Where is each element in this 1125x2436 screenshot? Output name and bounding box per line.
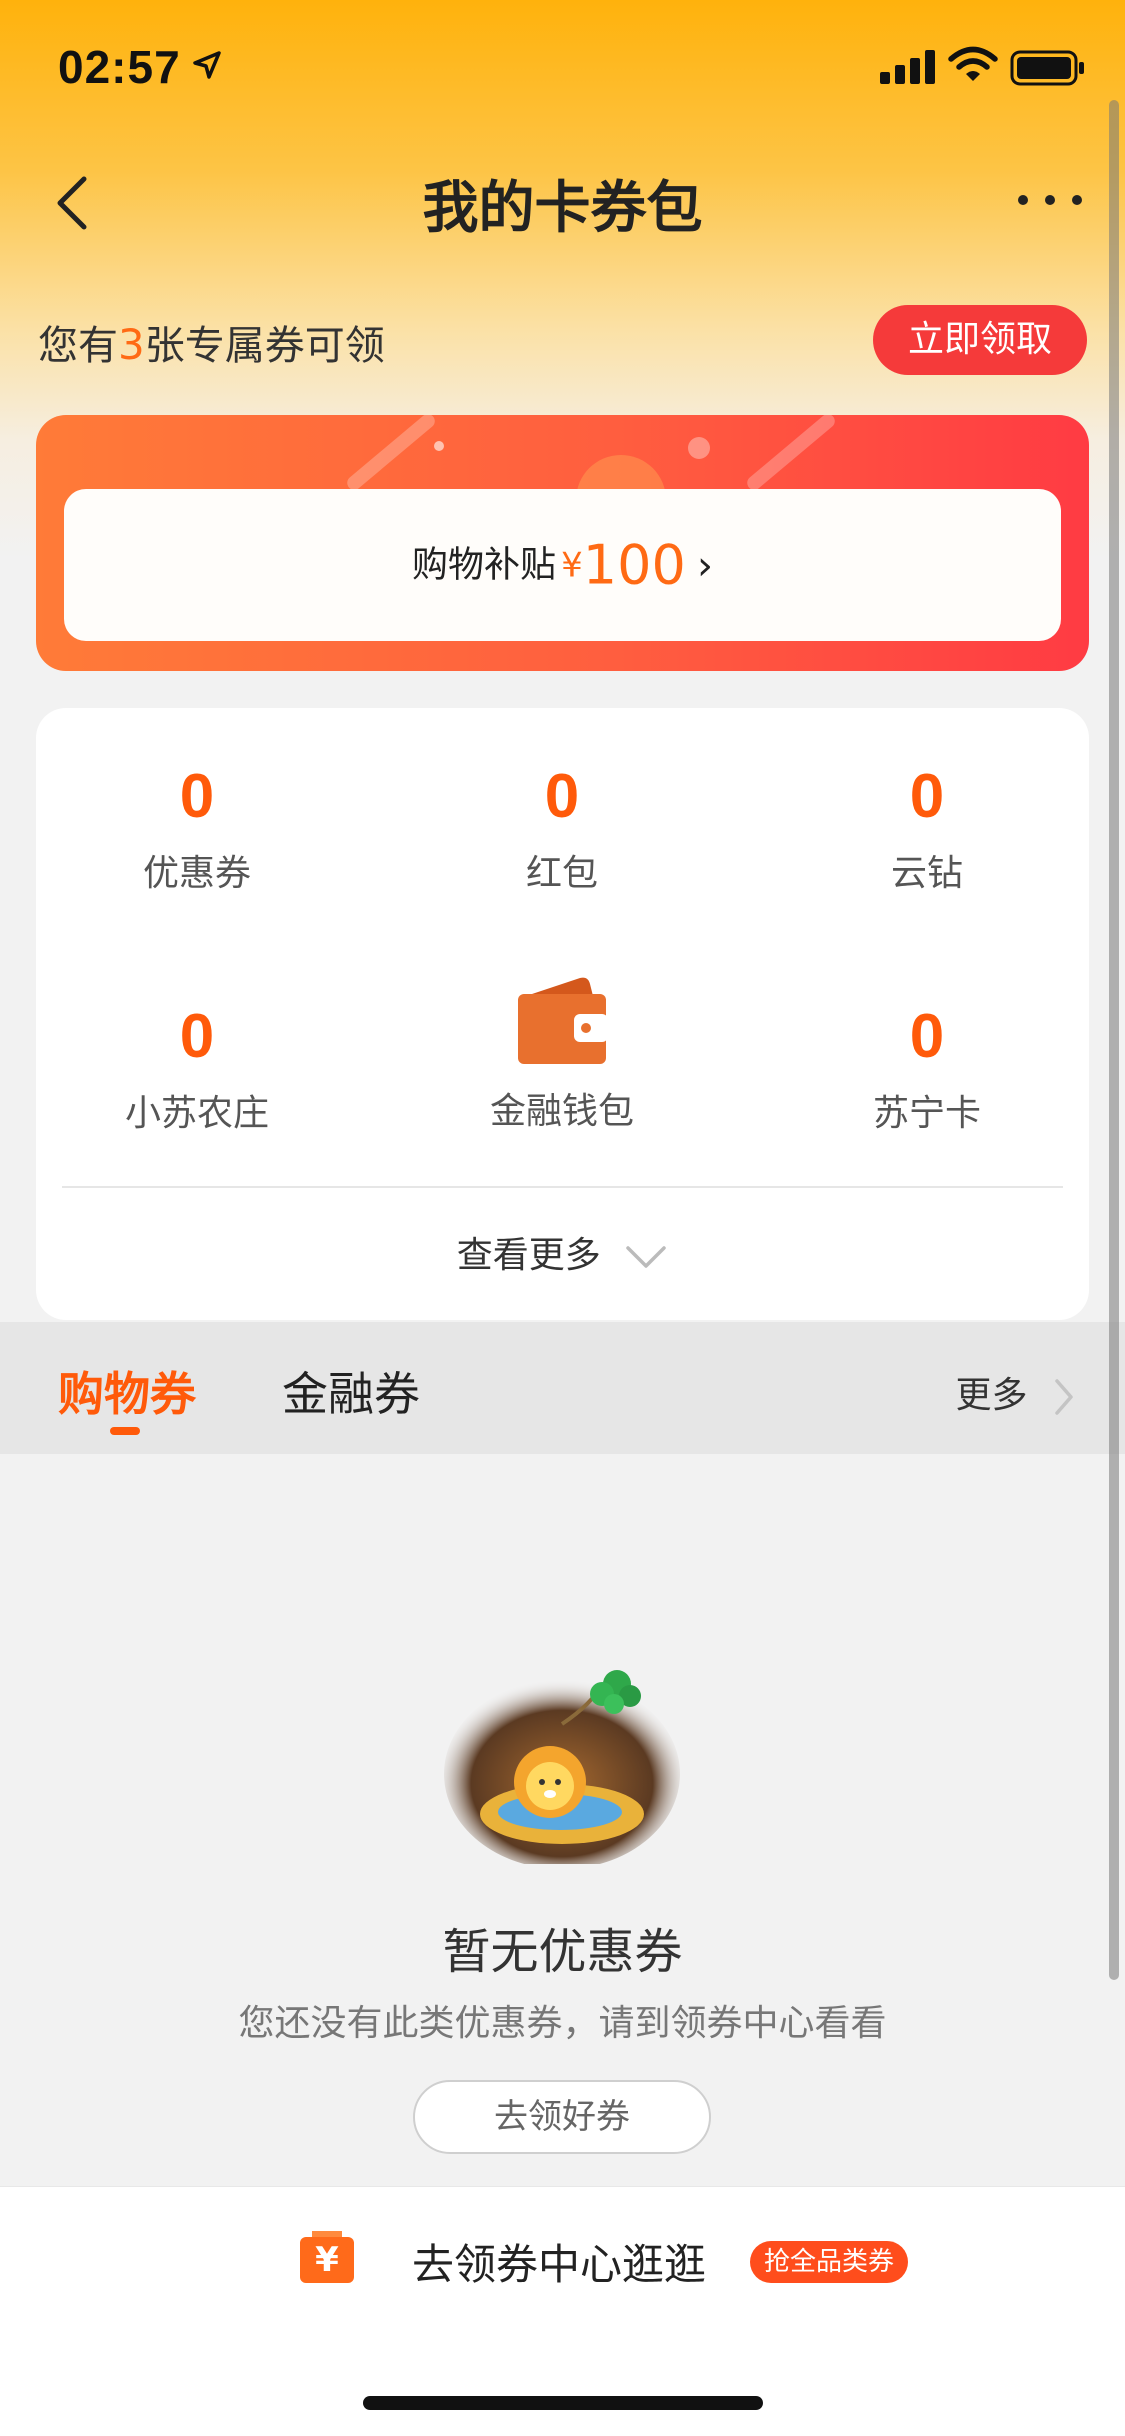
tab-shopping-coupons[interactable]: 购物券 (58, 1358, 196, 1424)
stat-suning-card[interactable]: 0 苏宁卡 (777, 998, 1077, 1136)
assets-summary-card: 0 优惠券 0 红包 0 云钻 0 小苏农庄 金融钱包 0 苏宁卡 查看更多 (36, 708, 1089, 1320)
active-tab-indicator (110, 1427, 140, 1435)
stat-value: 0 (179, 1002, 215, 1071)
stat-red-packets[interactable]: 0 红包 (412, 758, 712, 896)
home-indicator[interactable] (363, 2396, 763, 2410)
empty-title: 暂无优惠券 (442, 1924, 683, 1980)
stat-label: 优惠券 (142, 853, 251, 894)
decorative-sparkle (688, 437, 710, 459)
stat-finance-wallet[interactable]: 金融钱包 (412, 972, 712, 1134)
exclusive-coupon-banner: 您有3张专属券可领 立即领取 (0, 295, 1125, 385)
chevron-right-icon (1055, 1379, 1073, 1415)
divider (62, 1186, 1063, 1188)
subsidy-label: 购物补贴 (412, 544, 557, 586)
stat-value: 0 (179, 762, 215, 831)
get-coupons-button[interactable]: 去领好券 (413, 2080, 711, 2154)
decorative-streak (344, 415, 438, 493)
banner-text-after: 张专属券可领 (144, 323, 385, 369)
decorative-sparkle (434, 441, 444, 451)
stat-label: 苏宁卡 (872, 1093, 981, 1134)
stat-value: 0 (544, 762, 580, 831)
banner-text-before: 您有 (38, 323, 118, 369)
stat-cloud-diamonds[interactable]: 0 云钻 (777, 758, 1077, 896)
more-options-icon[interactable] (1015, 185, 1085, 215)
status-bar: 02:57 (0, 0, 1125, 135)
exclusive-coupon-text: 您有3张专属券可领 (38, 313, 385, 371)
wallet-icon (518, 977, 608, 1064)
stat-label: 云钻 (890, 853, 963, 894)
empty-lion-illustration (444, 1670, 680, 1864)
decorative-streak (744, 415, 838, 493)
coupon-tabs: 购物券 金融券 更多 (0, 1322, 1125, 1454)
stat-label: 红包 (525, 853, 598, 894)
banner-coupon-count: 3 (118, 320, 145, 369)
all-category-coupon-badge: 抢全品类券 (750, 2241, 909, 2283)
page-title: 我的卡券包 (422, 176, 703, 241)
coupon-center-icon: ¥ (300, 2231, 354, 2283)
coupon-center-label: 去领券中心逛逛 (412, 2240, 707, 2289)
subsidy-currency: ¥ (561, 545, 583, 586)
chevron-right-icon: › (696, 542, 713, 589)
cellular-signal-icon (880, 50, 935, 84)
empty-description: 您还没有此类优惠券，请到领券中心看看 (238, 2003, 887, 2044)
scrollbar[interactable] (1109, 100, 1119, 1980)
battery-icon (1010, 50, 1084, 86)
more-tabs-link[interactable]: 更多 (956, 1366, 1075, 1418)
empty-state: 暂无优惠券 您还没有此类优惠券，请到领券中心看看 去领好券 (0, 1454, 1125, 2186)
stat-value: 0 (909, 762, 945, 831)
subsidy-amount: 100 (582, 533, 686, 597)
stat-value: 0 (909, 1002, 945, 1071)
claim-now-button[interactable]: 立即领取 (873, 305, 1087, 375)
stat-label: 小苏农庄 (124, 1093, 269, 1134)
status-time: 02:57 (58, 41, 181, 93)
subsidy-amount-panel[interactable]: 购物补贴 ¥100 › (64, 489, 1061, 641)
stat-coupons[interactable]: 0 优惠券 (47, 758, 347, 896)
shopping-subsidy-card[interactable]: 购物补贴 ¥100 › (36, 415, 1089, 671)
see-more-button[interactable]: 查看更多 (36, 1226, 1089, 1278)
stat-label: 金融钱包 (489, 1091, 634, 1132)
location-arrow-icon (193, 51, 221, 79)
svg-text:¥: ¥ (315, 2240, 339, 2280)
more-tabs-label: 更多 (955, 1375, 1028, 1416)
nav-bar: 我的卡券包 (0, 135, 1125, 265)
wifi-icon (948, 46, 998, 81)
see-more-label: 查看更多 (456, 1235, 601, 1276)
tab-finance-coupons[interactable]: 金融券 (282, 1358, 420, 1424)
chevron-down-icon (626, 1246, 666, 1268)
stat-farm[interactable]: 0 小苏农庄 (47, 998, 347, 1136)
